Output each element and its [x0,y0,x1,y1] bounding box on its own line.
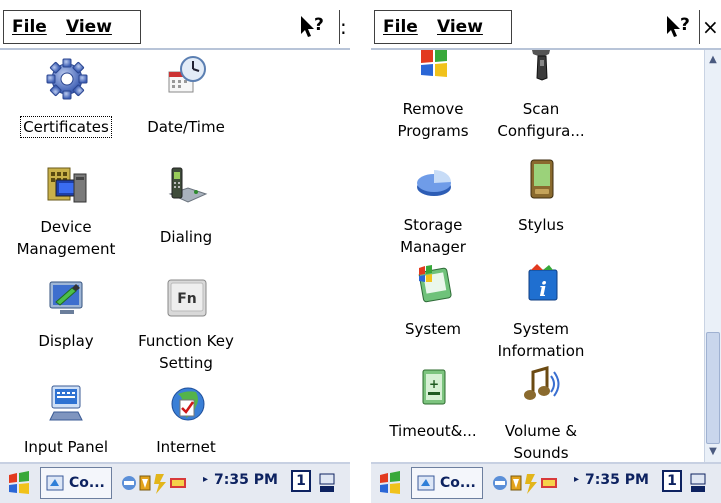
control-panel-screen-left: File View ? : Certificates Date/Time Dev… [0,0,350,503]
applet-display[interactable]: Display [4,272,128,372]
applet-label: Dialing [159,228,213,246]
applet-timeout[interactable]: + Timeout&... [371,358,495,462]
menu-separator [699,10,700,44]
applet-grid: Certificates Date/Time Device Management… [0,50,350,462]
applet-remove-programs[interactable]: Remove Programs [371,50,495,148]
applet-label: Stylus [518,216,564,234]
scanner-icon [521,50,563,86]
phone-dialing-icon [166,164,208,206]
menu-view[interactable]: View [437,17,483,37]
applet-volume-sounds[interactable]: Volume & Sounds [479,358,603,462]
task-button-control-panel[interactable]: Co... [411,467,483,499]
close-icon[interactable]: × [702,10,721,44]
applet-label: Date/Time [147,118,225,136]
applet-label: Display [38,332,94,350]
svg-text:?: ? [314,15,324,35]
system-tray-icons[interactable] [491,470,571,496]
menu-bar: File View ? × [371,0,721,50]
whats-this-help-icon[interactable]: ? [661,10,697,44]
keyboard-input-icon [46,384,88,426]
svg-text:Fn: Fn [177,291,197,307]
remove-programs-icon [413,50,455,86]
menu-box: File View [374,10,512,44]
info-icon: i [521,262,563,304]
applet-grid: Remove Programs Scan Configura... Storag… [371,50,721,462]
pie-storage-icon [413,162,455,204]
fn-key-icon: Fn [166,278,208,320]
applet-label: Scan Configura... [497,100,585,140]
whats-this-help-icon[interactable]: ? [295,10,331,44]
clock[interactable]: 7:35 PM [585,472,649,488]
applet-system-information[interactable]: i System Information [479,254,603,360]
music-note-icon [521,364,563,406]
applet-internet-options[interactable]: Internet Options [124,382,248,462]
applet-scan-configuration[interactable]: Scan Configura... [479,50,603,148]
applet-system[interactable]: System [371,254,495,358]
globe-check-icon [166,384,208,426]
clock-calendar-icon [166,54,208,96]
applet-label: Certificates [20,116,112,138]
battery-timeout-icon: + [413,366,455,408]
applet-label: Function Key Setting [138,332,234,372]
svg-text:?: ? [680,15,690,35]
display-monitor-icon [46,278,88,320]
svg-text:i: i [539,277,547,301]
taskbar: Co... ▸ 7:35 PM 1 [0,462,350,503]
control-panel-screen-right: File View ? × Remove Programs Scan Confi… [371,0,721,503]
applet-input-panel[interactable]: Input Panel [4,382,128,462]
svg-text:+: + [429,377,439,391]
applet-label: Internet Options [156,438,216,462]
task-button-label: Co... [69,475,105,491]
applet-label: Timeout&... [389,422,477,440]
start-windows-flag-icon[interactable] [377,470,403,496]
scrollbar-thumb[interactable] [706,332,720,444]
applet-stylus[interactable]: Stylus [479,150,603,254]
applet-dialing[interactable]: Dialing [124,158,248,268]
applet-label: System Information [497,320,585,360]
menu-bar: File View ? : [0,0,350,50]
applet-label: Remove Programs [397,100,469,140]
applet-device-management[interactable]: Device Management [4,158,128,268]
control-panel-icon [46,474,64,492]
tray-expand-arrow-icon[interactable]: ▸ [203,474,208,485]
system-tray-icons[interactable] [120,470,200,496]
task-button-label: Co... [440,475,476,491]
task-button-control-panel[interactable]: Co... [40,467,112,499]
menu-view[interactable]: View [66,17,112,37]
start-windows-flag-icon[interactable] [6,470,32,496]
menu-file[interactable]: File [383,17,418,37]
clock[interactable]: 7:35 PM [214,472,278,488]
applet-label: Input Panel [23,438,109,456]
desktop-number[interactable]: 1 [291,470,311,492]
scroll-up-arrow-icon[interactable]: ▲ [706,53,720,67]
desktop-number[interactable]: 1 [662,470,682,492]
applet-date-time[interactable]: Date/Time [124,50,248,150]
system-flag-icon [413,262,455,304]
menu-box: File View [3,10,141,44]
stylus-pda-icon [521,158,563,200]
close-button-partial[interactable]: : [340,10,350,44]
applet-label: Storage Manager [400,216,466,256]
applet-storage-manager[interactable]: Storage Manager [371,150,495,256]
applet-certificates[interactable]: Certificates [4,50,128,150]
device-management-icon [46,164,88,206]
applet-label: System [405,320,461,338]
certificates-gear-icon [46,58,88,100]
input-panel-keyboard-icon[interactable] [318,470,336,496]
taskbar: Co... ▸ 7:35 PM 1 [371,462,721,503]
input-panel-keyboard-icon[interactable] [689,470,707,496]
tray-expand-arrow-icon[interactable]: ▸ [574,474,579,485]
vertical-scrollbar[interactable]: ▲ ▼ [704,50,721,462]
control-panel-icon [417,474,435,492]
applet-function-key-setting[interactable]: Fn Function Key Setting [124,272,248,382]
applet-label: Volume & Sounds [504,422,578,462]
menu-file[interactable]: File [12,17,47,37]
scroll-down-arrow-icon[interactable]: ▼ [706,445,720,459]
applet-label: Device Management [16,218,116,258]
